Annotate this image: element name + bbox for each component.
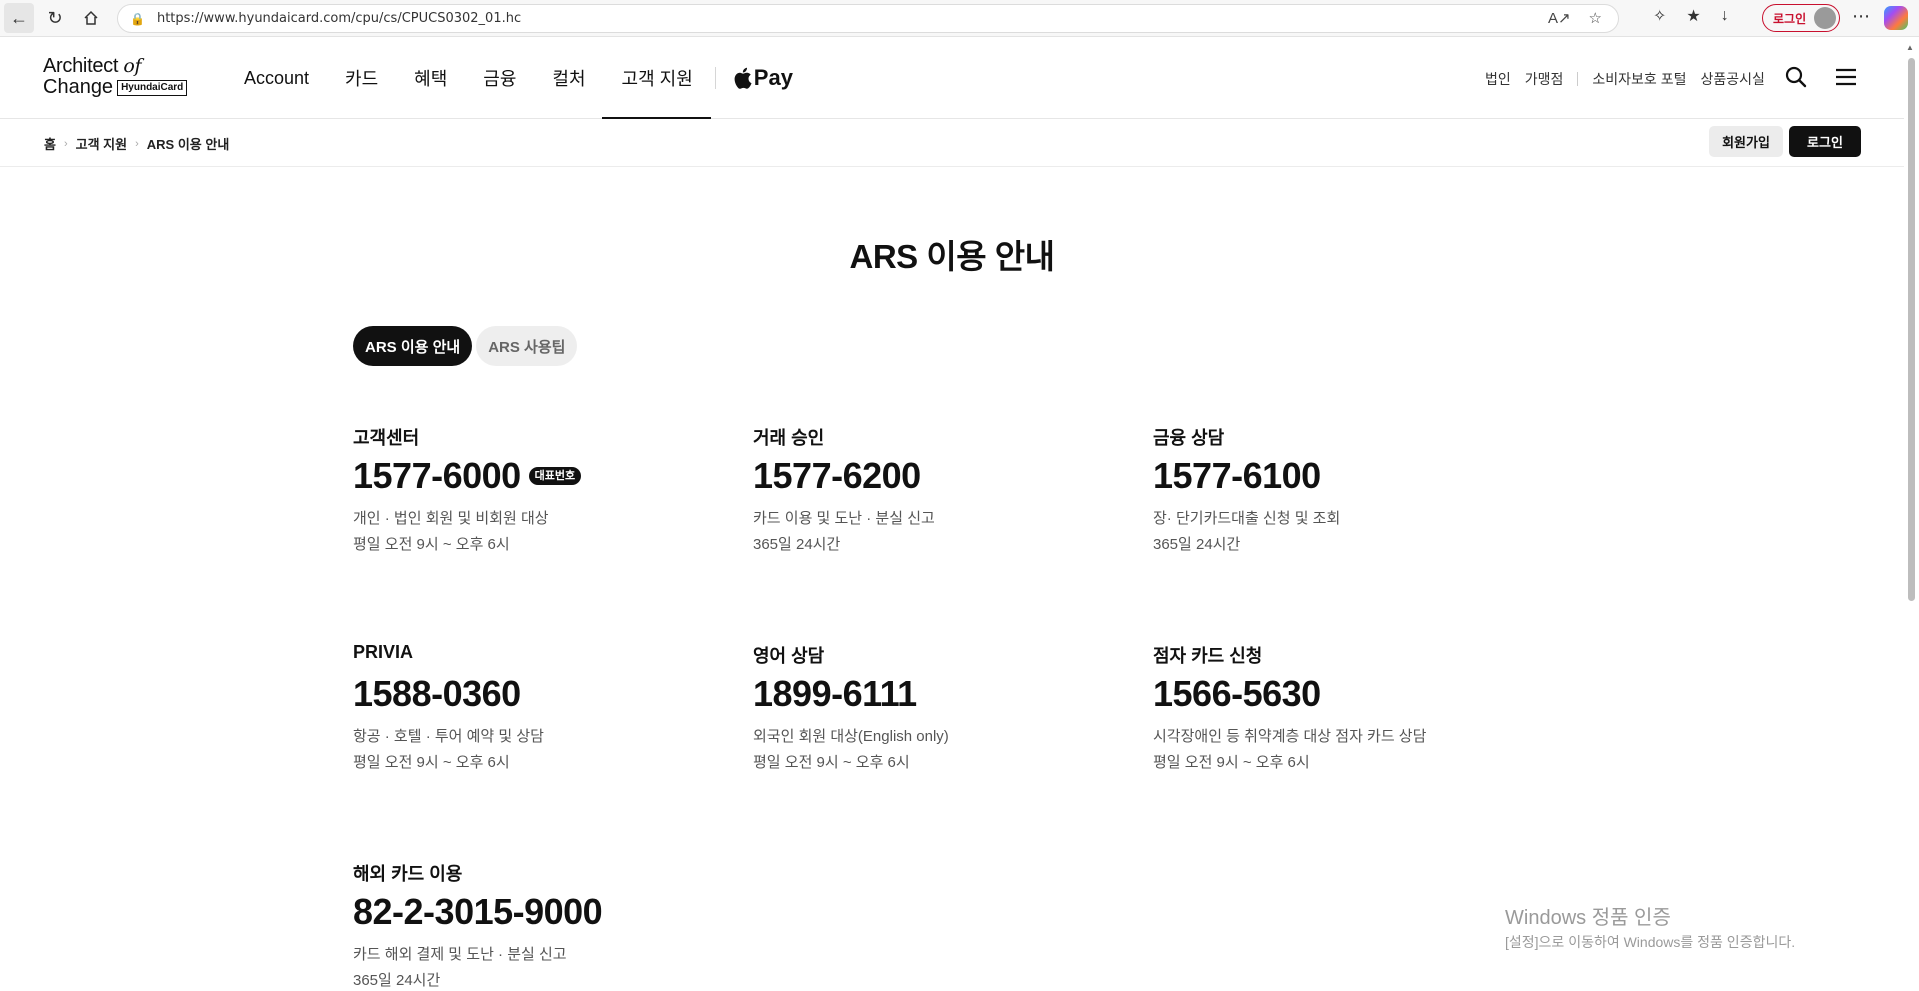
- contact-card-customer-center: 고객센터 1577-6000 대표번호 개인 · 법인 회원 및 비회원 대상 …: [353, 424, 733, 558]
- card-hours: 평일 오전 9시 ~ 오후 6시: [753, 754, 910, 771]
- extensions-icon[interactable]: ✧: [1653, 6, 1666, 26]
- downloads-icon[interactable]: ↓: [1721, 7, 1729, 25]
- read-aloud-icon[interactable]: A↗: [1548, 9, 1571, 27]
- scrollbar-thumb[interactable]: [1908, 58, 1915, 601]
- card-title: 점자 카드 신청: [1153, 646, 1263, 666]
- profile-button[interactable]: 로그인: [1762, 4, 1840, 32]
- profile-label: 로그인: [1773, 11, 1807, 26]
- tab-ars-guide[interactable]: ARS 이용 안내: [353, 326, 473, 366]
- contact-card-transaction-approval: 거래 승인 1577-6200 카드 이용 및 도난 · 분실 신고 365일 …: [753, 424, 1133, 558]
- url-text: https://www.hyundaicard.com/cpu/cs/CPUCS…: [156, 11, 522, 26]
- logo-box: HyundaiCard: [117, 79, 188, 96]
- link-corporate[interactable]: 법인: [1485, 69, 1511, 89]
- nav-divider: [714, 67, 716, 89]
- contact-card-privia: PRIVIA 1588-0360 항공 · 호텔 · 투어 예약 및 상담 평일…: [353, 642, 733, 776]
- nav-benefit[interactable]: 혜택: [414, 37, 447, 119]
- tab-list: ARS 이용 안내 ARS 사용팁: [353, 326, 578, 366]
- site-header: Architect of Change HyundaiCard Account 카…: [0, 37, 1904, 119]
- chevron-right-icon: ›: [135, 137, 139, 150]
- utility-links: 법인 가맹점 소비자보호 포털 상품공시실: [1485, 69, 1779, 89]
- logo-text-1: Architect: [43, 55, 124, 77]
- chevron-right-icon: ›: [63, 137, 68, 150]
- apple-pay-link[interactable]: Pay: [734, 65, 793, 91]
- phone-number[interactable]: 1577-6200: [753, 456, 921, 496]
- card-hours: 평일 오전 9시 ~ 오후 6시: [353, 754, 510, 771]
- card-hours: 365일 24시간: [353, 972, 441, 989]
- phone-number[interactable]: 1577-6100: [1153, 456, 1321, 496]
- scroll-up-icon[interactable]: ▲: [1906, 43, 1914, 52]
- favorites-icon[interactable]: ★: [1686, 6, 1700, 26]
- link-merchant[interactable]: 가맹점: [1525, 69, 1564, 89]
- main-nav: Account 카드 혜택 금융 컬처 고객 지원 Pay: [244, 37, 793, 119]
- breadcrumb-home[interactable]: 홈: [44, 134, 56, 153]
- home-icon[interactable]: [76, 3, 106, 33]
- phone-number[interactable]: 1588-0360: [353, 674, 521, 714]
- logo-text-2: Change: [43, 76, 114, 98]
- browser-toolbar: ← ↻ 🔒 https://www.hyundaicard.com/cpu/cs…: [0, 0, 1919, 37]
- nav-card[interactable]: 카드: [345, 37, 378, 119]
- watermark-subtitle: [설정]으로 이동하여 Windows를 정품 인증합니다.: [1505, 934, 1796, 950]
- link-product-disclosure[interactable]: 상품공시실: [1700, 69, 1764, 89]
- tab-ars-tips[interactable]: ARS 사용팁: [476, 326, 578, 366]
- nav-account[interactable]: Account: [244, 37, 309, 119]
- back-icon[interactable]: ←: [4, 3, 34, 33]
- card-desc-line: 장· 단기카드대출 신청 및 조회: [1153, 510, 1341, 527]
- card-desc-line: 카드 이용 및 도난 · 분실 신고: [753, 510, 935, 527]
- card-title: 고객센터: [353, 428, 420, 448]
- card-desc-line: 시각장애인 등 취약계층 대상 점자 카드 상담: [1153, 728, 1427, 745]
- page-title: ARS 이용 안내: [849, 238, 1055, 275]
- breadcrumb-bar: 홈 › 고객 지원 › ARS 이용 안내 회원가입 로그인: [0, 119, 1904, 167]
- contact-card-braille: 점자 카드 신청 1566-5630 시각장애인 등 취약계층 대상 점자 카드…: [1153, 642, 1573, 776]
- address-bar[interactable]: 🔒 https://www.hyundaicard.com/cpu/cs/CPU…: [117, 4, 1619, 33]
- card-desc-line: 카드 해외 결제 및 도난 · 분실 신고: [353, 946, 567, 963]
- card-hours: 365일 24시간: [753, 536, 841, 553]
- lock-icon[interactable]: 🔒: [130, 12, 145, 26]
- util-divider: [1577, 72, 1579, 86]
- apple-pay-text: Pay: [753, 65, 793, 90]
- card-title: 영어 상담: [753, 646, 825, 666]
- card-hours: 평일 오전 9시 ~ 오후 6시: [1153, 754, 1310, 771]
- menu-icon[interactable]: [1833, 66, 1859, 88]
- phone-number[interactable]: 1577-6000: [353, 456, 521, 496]
- contact-card-financial-consulting: 금융 상담 1577-6100 장· 단기카드대출 신청 및 조회 365일 2…: [1153, 424, 1533, 558]
- join-button[interactable]: 회원가입: [1709, 126, 1783, 157]
- card-desc-line: 개인 · 법인 회원 및 비회원 대상: [353, 510, 549, 527]
- contact-card-english: 영어 상담 1899-6111 외국인 회원 대상(English only) …: [753, 642, 1133, 776]
- more-icon[interactable]: ⋯: [1852, 6, 1870, 27]
- card-hours: 평일 오전 9시 ~ 오후 6시: [353, 536, 510, 553]
- phone-number[interactable]: 1566-5630: [1153, 674, 1321, 714]
- representative-badge: 대표번호: [528, 467, 582, 485]
- avatar: [1814, 7, 1836, 29]
- contact-card-overseas: 해외 카드 이용 82-2-3015-9000 카드 해외 결제 및 도난 · …: [353, 860, 733, 991]
- card-desc-line: 항공 · 호텔 · 투어 예약 및 상담: [353, 728, 544, 745]
- phone-number[interactable]: 82-2-3015-9000: [353, 892, 603, 932]
- login-button[interactable]: 로그인: [1789, 126, 1861, 157]
- breadcrumb: 홈 › 고객 지원 › ARS 이용 안내: [44, 134, 229, 153]
- card-title: PRIVIA: [353, 642, 414, 662]
- logo-text-of: of: [123, 55, 142, 77]
- breadcrumb-customer-support[interactable]: 고객 지원: [76, 134, 127, 153]
- hyundaicard-logo[interactable]: Architect of Change HyundaiCard: [43, 55, 188, 99]
- watermark-title: Windows 정품 인증: [1505, 907, 1671, 929]
- card-title: 해외 카드 이용: [353, 864, 463, 884]
- card-title: 금융 상담: [1153, 428, 1225, 448]
- phone-number[interactable]: 1899-6111: [753, 674, 917, 714]
- card-title: 거래 승인: [753, 428, 825, 448]
- apple-logo-icon: [734, 67, 752, 89]
- link-consumer-portal[interactable]: 소비자보호 포털: [1592, 69, 1686, 89]
- card-hours: 365일 24시간: [1153, 536, 1241, 553]
- windows-activation-watermark: Windows 정품 인증 [설정]으로 이동하여 Windows를 정품 인증…: [1505, 901, 1795, 952]
- copilot-icon[interactable]: [1884, 6, 1908, 30]
- nav-culture[interactable]: 컬처: [552, 37, 585, 119]
- card-desc-line: 외국인 회원 대상(English only): [753, 728, 949, 745]
- favorite-star-icon[interactable]: ☆: [1589, 9, 1602, 27]
- refresh-icon[interactable]: ↻: [40, 3, 70, 33]
- nav-finance[interactable]: 금융: [483, 37, 516, 119]
- breadcrumb-current: ARS 이용 안내: [146, 137, 230, 152]
- search-icon[interactable]: [1784, 65, 1808, 89]
- nav-customer-support[interactable]: 고객 지원: [601, 37, 712, 119]
